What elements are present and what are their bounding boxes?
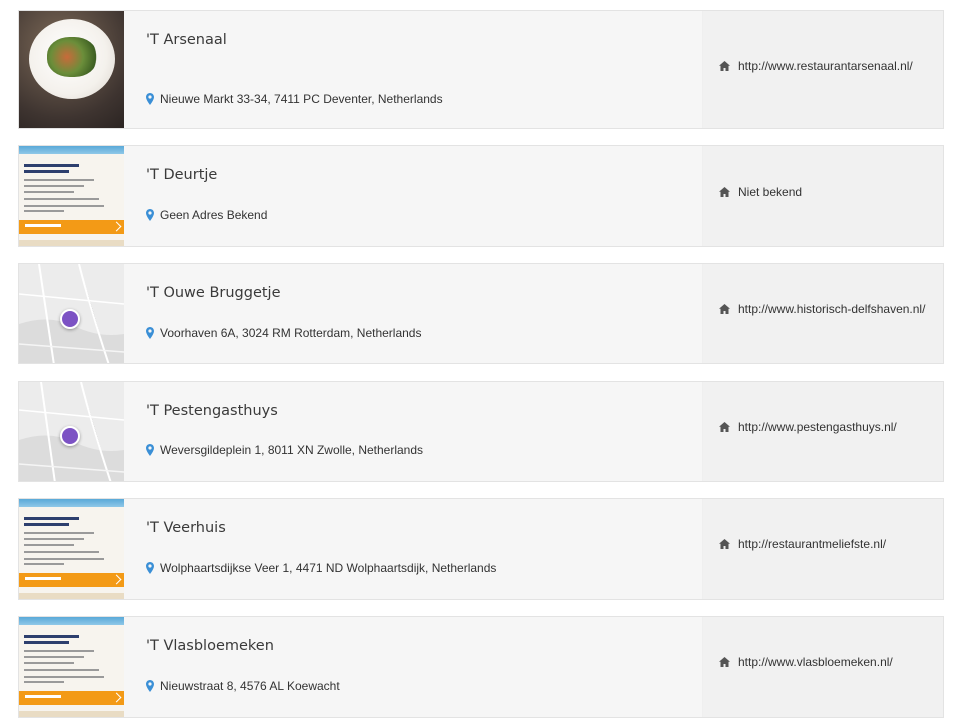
restaurant-card[interactable]: 'T Veerhuis Wolphaartsdijkse Veer 1, 447… (18, 498, 944, 600)
restaurant-website[interactable]: http://www.restaurantarsenaal.nl/ (719, 59, 913, 73)
map (19, 382, 124, 481)
address-text: Nieuwstraat 8, 4576 AL Koewacht (160, 679, 340, 693)
map-pin-icon (146, 680, 154, 692)
address-text: Voorhaven 6A, 3024 RM Rotterdam, Netherl… (160, 326, 422, 340)
restaurant-name[interactable]: 'T Veerhuis (146, 520, 226, 536)
home-icon (719, 422, 730, 432)
map-pin-icon (146, 562, 154, 574)
home-icon (719, 304, 730, 314)
website-link[interactable]: http://www.historisch-delfshaven.nl/ (738, 302, 925, 316)
website-link[interactable]: http://restaurantmeliefste.nl/ (738, 537, 886, 551)
website-text: Niet bekend (738, 185, 803, 199)
map-pin-icon (146, 93, 154, 105)
restaurant-address: Voorhaven 6A, 3024 RM Rotterdam, Netherl… (146, 326, 421, 340)
restaurant-website: Niet bekend (719, 185, 802, 199)
website-link[interactable]: http://www.vlasbloemeken.nl/ (738, 655, 893, 669)
address-text: Weversgildeplein 1, 8011 XN Zwolle, Neth… (160, 443, 424, 457)
restaurant-name[interactable]: 'T Ouwe Bruggetje (146, 285, 281, 301)
restaurant-card[interactable]: 'T Pestengasthuys Weversgildeplein 1, 80… (18, 381, 944, 482)
restaurant-card[interactable]: 'T Arsenaal Nieuwe Markt 33-34, 7411 PC … (18, 10, 944, 129)
map (19, 264, 124, 363)
restaurant-name[interactable]: 'T Pestengasthuys (146, 403, 278, 419)
restaurant-name[interactable]: 'T Vlasbloemeken (146, 638, 274, 654)
restaurant-thumbnail-map[interactable] (19, 264, 124, 363)
restaurant-website[interactable]: http://www.historisch-delfshaven.nl/ (719, 302, 925, 316)
restaurant-thumbnail-advertisement[interactable] (19, 146, 124, 246)
home-icon (719, 657, 730, 667)
restaurant-address: Nieuwe Markt 33-34, 7411 PC Deventer, Ne… (146, 92, 443, 106)
restaurant-website[interactable]: http://www.vlasbloemeken.nl/ (719, 655, 893, 669)
address-text: Wolphaartsdijkse Veer 1, 4471 ND Wolphaa… (160, 561, 497, 575)
restaurant-thumbnail-advertisement[interactable] (19, 499, 124, 599)
restaurant-address: Weversgildeplein 1, 8011 XN Zwolle, Neth… (146, 443, 423, 457)
address-text: Geen Adres Bekend (160, 208, 268, 222)
restaurant-address: Nieuwstraat 8, 4576 AL Koewacht (146, 679, 340, 693)
restaurant-website[interactable]: http://restaurantmeliefste.nl/ (719, 537, 886, 551)
advertisement-banner (19, 499, 124, 599)
restaurant-website[interactable]: http://www.pestengasthuys.nl/ (719, 420, 897, 434)
advertisement-banner (19, 617, 124, 717)
website-link[interactable]: http://www.restaurantarsenaal.nl/ (738, 59, 913, 73)
restaurant-thumbnail-map[interactable] (19, 382, 124, 481)
map-pin-icon (146, 327, 154, 339)
map-marker-icon (60, 309, 80, 329)
address-text: Nieuwe Markt 33-34, 7411 PC Deventer, Ne… (160, 92, 443, 106)
restaurant-address: Geen Adres Bekend (146, 208, 267, 222)
home-icon (719, 187, 730, 197)
restaurant-address: Wolphaartsdijkse Veer 1, 4471 ND Wolphaa… (146, 561, 496, 575)
restaurant-thumbnail-advertisement[interactable] (19, 617, 124, 717)
home-icon (719, 61, 730, 71)
restaurant-card[interactable]: 'T Ouwe Bruggetje Voorhaven 6A, 3024 RM … (18, 263, 944, 364)
map-pin-icon (146, 444, 154, 456)
map-pin-icon (146, 209, 154, 221)
advertisement-banner (19, 146, 124, 246)
map-marker-icon (60, 426, 80, 446)
restaurant-thumbnail-food-photo[interactable] (19, 11, 124, 128)
restaurant-name[interactable]: 'T Deurtje (146, 167, 217, 183)
home-icon (719, 539, 730, 549)
website-link[interactable]: http://www.pestengasthuys.nl/ (738, 420, 897, 434)
food-photo (19, 11, 124, 128)
restaurant-card[interactable]: 'T Vlasbloemeken Nieuwstraat 8, 4576 AL … (18, 616, 944, 718)
restaurant-card[interactable]: 'T Deurtje Geen Adres Bekend Niet bekend (18, 145, 944, 247)
restaurant-name[interactable]: 'T Arsenaal (146, 32, 227, 48)
